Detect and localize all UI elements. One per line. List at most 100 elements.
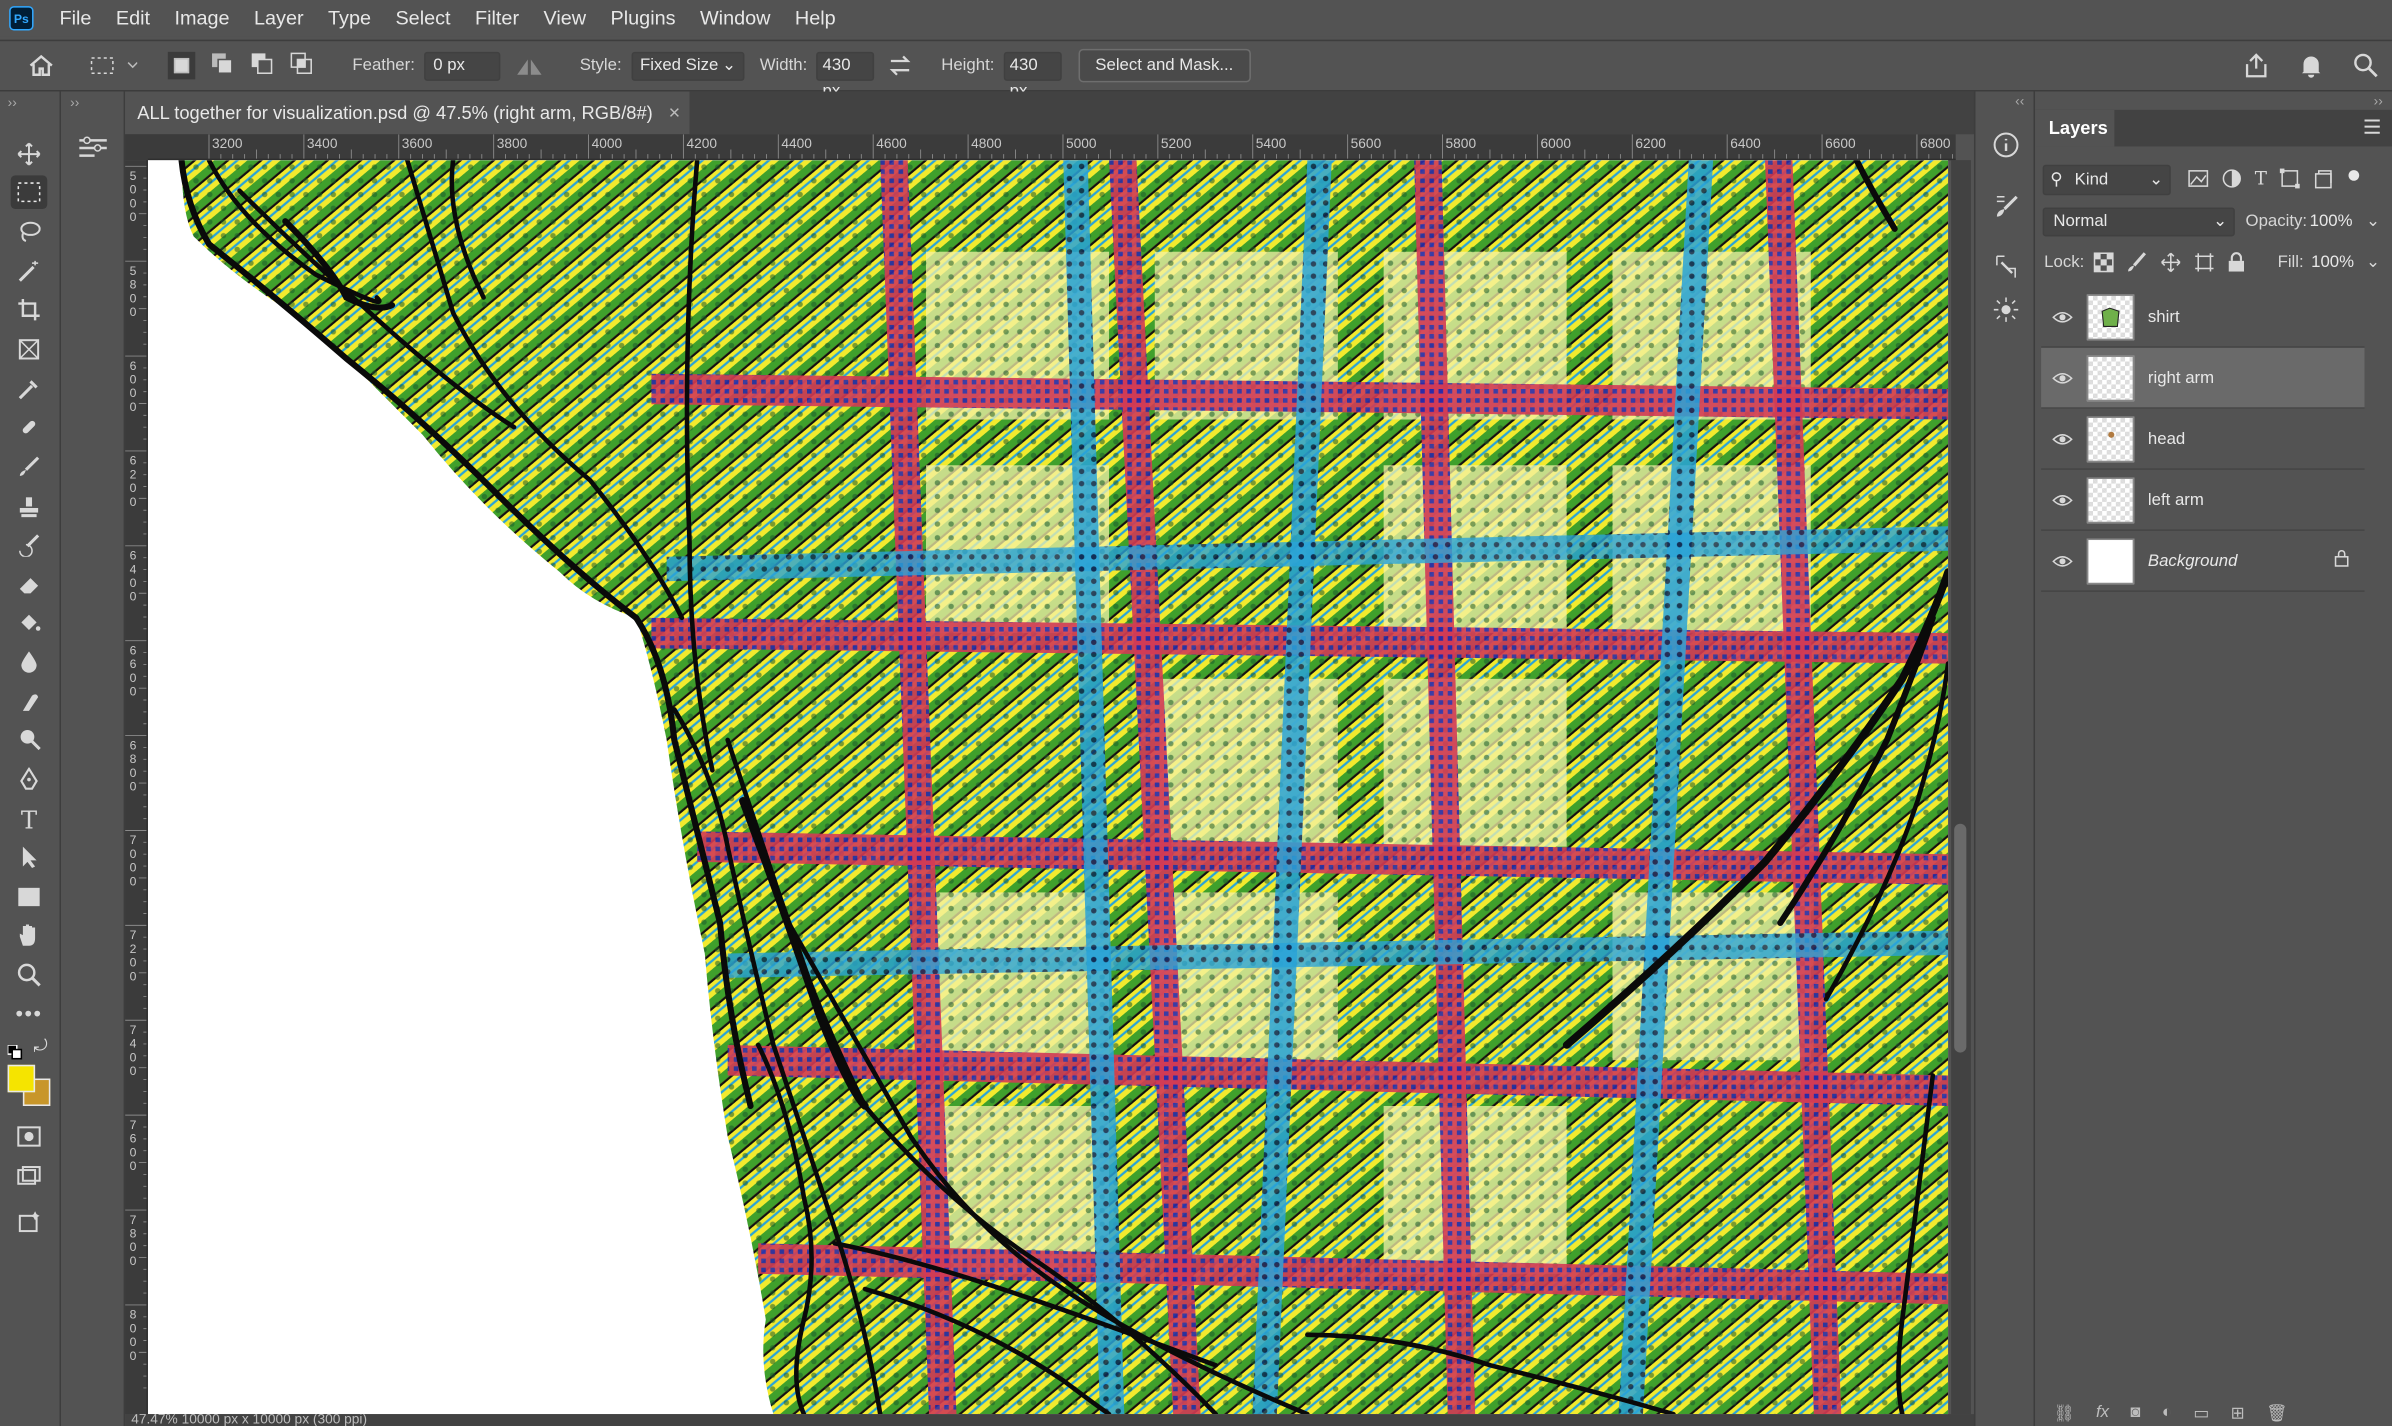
default-colors-icon[interactable] xyxy=(6,1040,23,1067)
visibility-eye-icon[interactable] xyxy=(2052,429,2073,450)
smart-object-filter-icon[interactable] xyxy=(2313,168,2334,197)
new-layer-icon[interactable]: ⊞ xyxy=(2231,1403,2245,1426)
chevron-down-icon[interactable]: ⌄ xyxy=(2366,252,2380,271)
frame-tool-icon[interactable] xyxy=(11,333,48,367)
adjustments-icon[interactable] xyxy=(1989,293,2023,327)
foreground-color-swatch[interactable] xyxy=(7,1064,36,1093)
layer-row-right-arm[interactable]: right arm xyxy=(2041,347,2365,409)
history-brush-tool-icon[interactable] xyxy=(11,528,48,562)
marquee-preset-icon[interactable] xyxy=(88,41,138,90)
layers-tab[interactable]: Layers xyxy=(2035,109,2115,147)
type-filter-icon[interactable]: T xyxy=(2255,168,2267,197)
menu-layer[interactable]: Layer xyxy=(242,0,316,37)
layer-style-fx-icon[interactable]: fx xyxy=(2096,1403,2109,1426)
layer-row-shirt[interactable]: shirt xyxy=(2041,287,2365,348)
vertical-scrollbar[interactable] xyxy=(1951,160,1971,1415)
rectangular-marquee-tool-icon[interactable] xyxy=(10,175,48,209)
generative-fill-icon[interactable] xyxy=(11,1205,48,1239)
new-group-icon[interactable]: ▭ xyxy=(2193,1403,2209,1426)
menu-filter[interactable]: Filter xyxy=(463,0,531,37)
path-selection-tool-icon[interactable] xyxy=(11,841,48,875)
expand-panel-icon[interactable]: ›› xyxy=(70,95,79,110)
add-mask-icon[interactable]: ◙ xyxy=(2130,1403,2140,1426)
dodge-tool-icon[interactable] xyxy=(11,723,48,757)
menu-view[interactable]: View xyxy=(531,0,598,37)
menu-help[interactable]: Help xyxy=(783,0,848,37)
lock-all-icon[interactable] xyxy=(2227,252,2245,281)
notifications-icon[interactable] xyxy=(2297,41,2324,90)
screen-mode-icon[interactable] xyxy=(11,1159,48,1193)
lock-position-icon[interactable] xyxy=(2160,252,2181,281)
zoom-tool-icon[interactable] xyxy=(11,958,48,992)
subtract-selection-icon[interactable] xyxy=(250,51,274,80)
layer-filter-select[interactable]: ⚲ Kind ⌄ xyxy=(2042,164,2171,196)
opacity-input[interactable]: 100% xyxy=(2310,212,2353,230)
visibility-eye-icon[interactable] xyxy=(2052,307,2073,328)
width-input[interactable]: 430 px xyxy=(816,51,875,100)
move-tool-icon[interactable] xyxy=(11,137,48,171)
menu-type[interactable]: Type xyxy=(316,0,383,37)
clone-stamp-tool-icon[interactable] xyxy=(11,490,48,524)
properties-panel-icon[interactable] xyxy=(76,134,110,169)
layer-row-left-arm[interactable]: left arm xyxy=(2041,470,2365,531)
scrollbar-thumb[interactable] xyxy=(1954,823,1967,1053)
menu-select[interactable]: Select xyxy=(383,0,463,37)
collapse-toolbar-icon[interactable]: ›› xyxy=(8,95,17,110)
lock-image-pixels-icon[interactable] xyxy=(2127,252,2148,281)
fill-input[interactable]: 100% xyxy=(2311,253,2354,271)
menu-image[interactable]: Image xyxy=(162,0,242,37)
clone-source-icon[interactable] xyxy=(1989,250,2023,284)
new-adjustment-layer-icon[interactable]: ◐ xyxy=(2162,1403,2172,1426)
search-icon[interactable] xyxy=(2352,41,2379,90)
more-tools-icon[interactable]: ••• xyxy=(11,996,48,1030)
hand-tool-icon[interactable] xyxy=(11,918,48,952)
chevron-down-icon[interactable]: ⌄ xyxy=(2366,211,2380,230)
brush-settings-icon[interactable] xyxy=(1989,189,2023,223)
healing-brush-tool-icon[interactable] xyxy=(11,410,48,444)
smudge-tool-icon[interactable] xyxy=(11,685,48,719)
ruler-corner[interactable] xyxy=(125,134,148,161)
new-selection-icon[interactable] xyxy=(167,51,196,80)
blur-tool-icon[interactable] xyxy=(11,645,48,679)
add-selection-icon[interactable] xyxy=(211,51,235,80)
height-input[interactable]: 430 px xyxy=(1003,51,1062,100)
type-tool-icon[interactable]: T xyxy=(11,802,48,836)
anti-alias-icon[interactable] xyxy=(516,41,543,90)
collapse-panels-icon[interactable]: ‹‹ xyxy=(2015,93,2024,108)
close-icon[interactable]: × xyxy=(669,92,681,135)
panel-menu-icon[interactable] xyxy=(2361,116,2382,145)
filter-toggle-icon[interactable] xyxy=(2346,168,2361,197)
visibility-eye-icon[interactable] xyxy=(2052,490,2073,511)
blend-mode-select[interactable]: Normal ⌄ xyxy=(2042,207,2235,237)
select-and-mask-button[interactable]: Select and Mask... xyxy=(1078,48,1251,83)
delete-layer-icon[interactable]: 🗑 xyxy=(2266,1403,2287,1426)
layer-row-background[interactable]: Background xyxy=(2041,531,2365,592)
pixel-filter-icon[interactable] xyxy=(2188,168,2209,197)
intersect-selection-icon[interactable] xyxy=(290,51,314,80)
vertical-ruler[interactable]: 5000580060006200640066006800700072007400… xyxy=(125,160,148,1415)
paint-bucket-tool-icon[interactable] xyxy=(11,606,48,640)
menu-plugins[interactable]: Plugins xyxy=(598,0,687,37)
swap-dimensions-icon[interactable] xyxy=(888,41,912,90)
home-icon[interactable] xyxy=(27,41,54,90)
magic-wand-tool-icon[interactable] xyxy=(11,255,48,289)
lock-transparent-pixels-icon[interactable] xyxy=(2093,252,2114,281)
document-tab[interactable]: ALL together for visualization.psd @ 47.… xyxy=(125,91,690,135)
shape-filter-icon[interactable] xyxy=(2279,168,2300,197)
horizontal-ruler[interactable]: 3200 3400 3600 3800 4000 4200 4400 4600 4800 5000… xyxy=(147,134,1956,161)
adjustment-filter-icon[interactable] xyxy=(2221,168,2242,197)
layer-row-head[interactable]: head xyxy=(2041,409,2365,470)
crop-tool-icon[interactable] xyxy=(11,293,48,327)
document-canvas[interactable] xyxy=(147,160,1949,1415)
pen-tool-icon[interactable] xyxy=(11,763,48,797)
eyedropper-tool-icon[interactable] xyxy=(11,372,48,406)
link-layers-icon[interactable]: ⛓ xyxy=(2053,1403,2074,1426)
lock-artboard-icon[interactable] xyxy=(2194,252,2215,281)
feather-input[interactable]: 0 px xyxy=(424,51,501,81)
menu-window[interactable]: Window xyxy=(688,0,783,37)
visibility-eye-icon[interactable] xyxy=(2052,551,2073,572)
eraser-tool-icon[interactable] xyxy=(11,567,48,601)
menu-edit[interactable]: Edit xyxy=(104,0,163,37)
brush-tool-icon[interactable] xyxy=(11,450,48,484)
share-icon[interactable] xyxy=(2242,41,2269,90)
